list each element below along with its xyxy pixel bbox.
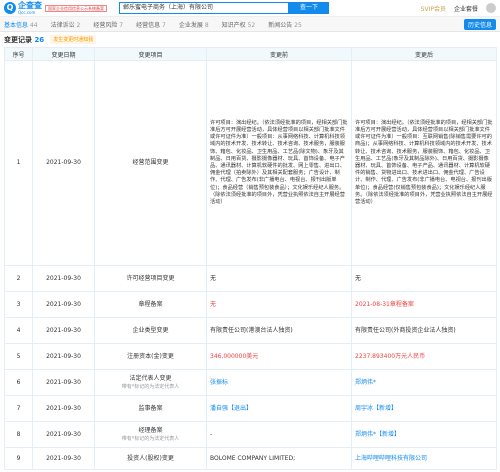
row-date: 2021-09-30 bbox=[32, 395, 95, 422]
row-date: 2021-09-30 bbox=[32, 447, 95, 470]
history-button[interactable]: 历史信息 bbox=[463, 18, 496, 30]
row-no: 7 bbox=[4, 395, 33, 422]
row-date: 2021-09-30 bbox=[32, 291, 95, 318]
tab-legal[interactable]: 法律诉讼 2 bbox=[51, 20, 81, 29]
row-before: 无 bbox=[206, 291, 352, 318]
search-button[interactable]: 查一下 bbox=[289, 2, 329, 14]
table-row: 7 2021-09-30 监事备案 潘自强【退出】 周宇冰【新增】 bbox=[4, 395, 497, 422]
logo-subtext: Qcc.com bbox=[18, 9, 36, 15]
row-item: 许可经营项目变更 bbox=[94, 265, 207, 292]
row-after: 有限责任公司(外商投资企业法人独资) bbox=[351, 317, 497, 344]
col-after: 变更后 bbox=[351, 47, 497, 61]
tab-nav: 基本信息 44 法律诉讼 2 经营风险 7 经营信息 7 企业发展 8 知识产权… bbox=[0, 17, 500, 32]
row-date: 2021-09-30 bbox=[32, 60, 95, 266]
row-item: 经营范围变更 bbox=[94, 60, 207, 266]
change-record-table: 序号 变更日期 变更项目 变更前 变更后 1 2021-09-30 经营范围变更… bbox=[4, 47, 497, 470]
row-after[interactable]: 上海哔哩哔哩科技有限公司 bbox=[351, 447, 497, 470]
table-row: 2 2021-09-30 许可经营项目变更 无 无 bbox=[4, 265, 497, 292]
row-before: 许可项目：演出经纪。（依法须经批准的项目，经相关部门批准后方可开展经营活动，具体… bbox=[206, 60, 352, 266]
row-no: 8 bbox=[4, 421, 33, 448]
table-row: 9 2021-09-30 投资人(股权)变更 BOLOME COMPANY LI… bbox=[4, 447, 497, 470]
logo-icon: Q bbox=[4, 2, 16, 14]
notify-toggle[interactable]: 发生变更时通知我 bbox=[50, 35, 97, 44]
row-no: 9 bbox=[4, 447, 33, 470]
table-row: 8 2021-09-30 经理备案 带有*标记的为法定代表人 - 郑炳伟*【新增】 bbox=[4, 421, 497, 448]
col-date: 变更日期 bbox=[32, 47, 95, 61]
row-before: 346,000000美元 bbox=[206, 343, 352, 370]
row-no: 5 bbox=[4, 343, 33, 370]
row-after: 2021-08-31章程备案 bbox=[351, 291, 497, 318]
enterprise-link[interactable]: 企业套餐 bbox=[454, 4, 478, 13]
row-before: - bbox=[206, 421, 352, 448]
row-after: 2237.893400万元人民币 bbox=[351, 343, 497, 370]
row-no: 6 bbox=[4, 369, 33, 396]
tab-development[interactable]: 企业发展 8 bbox=[179, 20, 209, 29]
table-row: 1 2021-09-30 经营范围变更 许可项目：演出经纪。（依法须经批准的项目… bbox=[4, 60, 497, 266]
row-no: 1 bbox=[4, 60, 33, 266]
row-date: 2021-09-30 bbox=[32, 421, 95, 448]
row-before[interactable]: 张振标 bbox=[206, 369, 352, 396]
row-item: 经理备案 带有*标记的为法定代表人 bbox=[94, 421, 207, 448]
row-item: 章程备案 bbox=[94, 291, 207, 318]
row-date: 2021-09-30 bbox=[32, 369, 95, 396]
row-after[interactable]: 周宇冰【新增】 bbox=[351, 395, 497, 422]
row-item-note: 带有*标记的为法定代表人 bbox=[121, 435, 180, 442]
row-date: 2021-09-30 bbox=[32, 317, 95, 344]
row-item: 法定代表人变更 带有*标记的为法定代表人 bbox=[94, 369, 207, 396]
table-row: 5 2021-09-30 注册资本(金)变更 346,000000美元 2237… bbox=[4, 343, 497, 370]
row-after: 许可项目：演出经纪。（依法须经批准的项目，经相关部门批准后方可开展经营活动，具体… bbox=[351, 60, 497, 266]
row-date: 2021-09-30 bbox=[32, 265, 95, 292]
top-header: Q 企查查 Qcc.com 国家企业信用信息公示系统备案 郸乐蜜电子商务（上海）… bbox=[0, 0, 500, 17]
svip-link[interactable]: SVIP会员 bbox=[421, 4, 446, 13]
table-header-row: 序号 变更日期 变更项目 变更前 变更后 bbox=[4, 47, 497, 61]
registry-badge: 国家企业信用信息公示系统备案 bbox=[45, 4, 107, 12]
row-before[interactable]: 潘自强【退出】 bbox=[206, 395, 352, 422]
tab-ip[interactable]: 知识产权 52 bbox=[222, 20, 256, 29]
row-after[interactable]: 郑炳伟*【新增】 bbox=[351, 421, 497, 448]
table-row: 6 2021-09-30 法定代表人变更 带有*标记的为法定代表人 张振标 郑炳伟… bbox=[4, 369, 497, 396]
row-after[interactable]: 郑炳伟* bbox=[351, 369, 497, 396]
col-item: 变更项目 bbox=[94, 47, 207, 61]
logo[interactable]: Q 企查查 Qcc.com bbox=[4, 0, 42, 15]
tab-news[interactable]: 新闻公告 25 bbox=[268, 20, 302, 29]
section-title: 变更记录 26 bbox=[4, 35, 45, 44]
tab-risk[interactable]: 经营风险 7 bbox=[93, 20, 123, 29]
row-before: BOLOME COMPANY LIMITED; bbox=[206, 447, 352, 470]
row-item: 企业类型变更 bbox=[94, 317, 207, 344]
section-header: 变更记录 26 发生变更时通知我 bbox=[0, 32, 500, 47]
table-row: 4 2021-09-30 企业类型变更 有限责任公司(港澳台法人独资) 有限责任… bbox=[4, 317, 497, 344]
table-row: 3 2021-09-30 章程备案 无 2021-08-31章程备案 bbox=[4, 291, 497, 318]
row-item: 投资人(股权)变更 bbox=[94, 447, 207, 470]
row-before: 无 bbox=[206, 265, 352, 292]
search-bar: 郸乐蜜电子商务（上海）有限公司 查一下 bbox=[119, 2, 329, 14]
tab-operation[interactable]: 经营信息 7 bbox=[136, 20, 166, 29]
row-item: 监事备案 bbox=[94, 395, 207, 422]
row-no: 4 bbox=[4, 317, 33, 344]
col-no: 序号 bbox=[4, 47, 33, 61]
logo-text: 企查查 bbox=[18, 0, 42, 10]
avatar[interactable] bbox=[486, 3, 496, 13]
row-item-note: 带有*标记的为法定代表人 bbox=[121, 383, 180, 390]
row-item: 注册资本(金)变更 bbox=[94, 343, 207, 370]
row-date: 2021-09-30 bbox=[32, 343, 95, 370]
row-no: 2 bbox=[4, 265, 33, 292]
row-no: 3 bbox=[4, 291, 33, 318]
col-before: 变更前 bbox=[206, 47, 352, 61]
search-input[interactable]: 郸乐蜜电子商务（上海）有限公司 bbox=[119, 2, 289, 14]
row-after: 无 bbox=[351, 265, 497, 292]
row-before: 有限责任公司(港澳台法人独资) bbox=[206, 317, 352, 344]
tab-basic-info[interactable]: 基本信息 44 bbox=[4, 20, 38, 29]
